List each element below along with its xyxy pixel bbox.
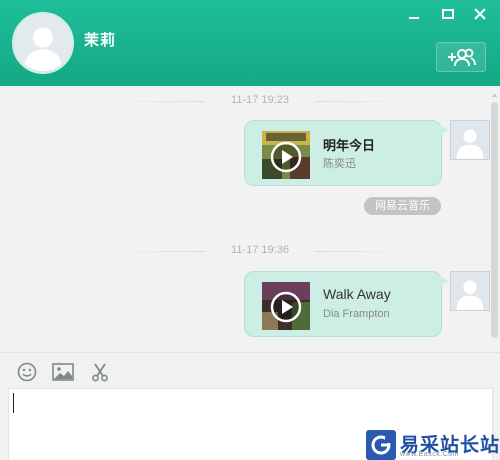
minimize-icon: [409, 17, 419, 19]
emoji-button[interactable]: [16, 361, 38, 383]
song-title: Walk Away: [323, 286, 391, 302]
scissors-icon: [92, 363, 108, 382]
watermark: 易采站长站 www.Easck.Com: [366, 430, 500, 460]
my-avatar[interactable]: [450, 120, 490, 160]
add-friend-button[interactable]: [436, 42, 486, 72]
add-friend-icon: [448, 48, 476, 67]
song-artist: 陈奕迅: [323, 158, 356, 170]
maximize-button[interactable]: [438, 6, 458, 22]
chat-window: 茉莉 11-17 19:23 明年今日 陈奕迅 网易云音乐 11-17 19:3…: [0, 0, 500, 460]
music-share-card[interactable]: Walk Away Dia Frampton: [244, 271, 449, 337]
text-caret: [13, 393, 14, 413]
music-source-tag[interactable]: 网易云音乐: [364, 197, 441, 215]
emoji-icon: [17, 362, 37, 382]
minimize-button[interactable]: [404, 6, 424, 22]
image-icon: [52, 363, 74, 381]
album-cover-image: [262, 282, 310, 330]
album-cover[interactable]: [262, 282, 310, 330]
my-avatar[interactable]: [450, 271, 490, 311]
album-cover-image: [262, 131, 310, 179]
song-title: 明年今日: [323, 138, 376, 153]
contact-avatar[interactable]: [12, 12, 74, 74]
default-avatar-icon: [451, 272, 489, 310]
song-artist: Dia Frampton: [323, 308, 390, 320]
message-list[interactable]: 11-17 19:23 明年今日 陈奕迅 网易云音乐 11-17 19:36 W…: [0, 86, 500, 352]
message-timestamp: 11-17 19:36: [110, 244, 410, 256]
music-share-card[interactable]: 明年今日 陈奕迅: [244, 120, 449, 186]
maximize-icon: [442, 9, 454, 19]
screenshot-button[interactable]: [89, 361, 111, 383]
album-cover[interactable]: [262, 131, 310, 179]
watermark-subtext: www.Easck.Com: [400, 451, 460, 458]
default-avatar-icon: [451, 121, 489, 159]
message-timestamp: 11-17 19:23: [110, 94, 410, 106]
default-avatar-icon: [15, 15, 71, 71]
close-icon: [474, 8, 486, 20]
image-button[interactable]: [52, 361, 74, 383]
contact-name: 茉莉: [84, 32, 117, 49]
scroll-up-arrow-icon[interactable]: [491, 88, 498, 98]
chat-header: 茉莉: [0, 0, 500, 86]
scrollbar-thumb[interactable]: [491, 102, 498, 338]
watermark-logo-icon: [366, 430, 396, 460]
close-button[interactable]: [470, 6, 490, 22]
input-toolbar: [0, 352, 500, 388]
